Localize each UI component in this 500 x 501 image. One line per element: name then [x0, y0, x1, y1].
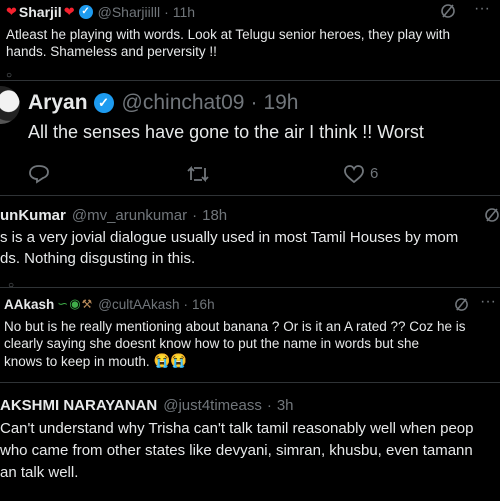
tweet-text-line: clearly saying she doesnt know how to pu… [4, 336, 419, 351]
verified-badge-icon: ✓ [93, 93, 114, 113]
tweet-text-line: All the senses have gone to the air I th… [28, 122, 424, 142]
tweet-text-line: an talk well. [0, 464, 79, 481]
tweet-text-line: knows to keep in mouth. [4, 353, 150, 369]
tweet-card[interactable]: unKumar @mv_arunkumar · 18h s is a very … [0, 195, 500, 288]
tweet-card[interactable]: AAkash ∽ ◉ ⚒ @cultAAkash · 16h ··· No bu… [0, 287, 500, 383]
axe-emoji-icon: ⚒ [81, 297, 93, 311]
lizard-emoji-icon: ◉ [69, 296, 81, 311]
reply-icon[interactable] [28, 164, 50, 184]
author-handle[interactable]: @cultAAkash [98, 297, 179, 312]
author-handle[interactable]: @chinchat09 [122, 91, 245, 115]
like-icon[interactable] [343, 164, 365, 184]
author-handle[interactable]: @mv_arunkumar [72, 207, 187, 224]
verified-badge-icon: ✓ [78, 5, 93, 19]
tweet-text-line: ds. Nothing disgusting in this. [0, 250, 196, 267]
author-name[interactable]: unKumar [0, 207, 66, 224]
tweet-card[interactable]: Aryan ✓ @chinchat09 · 19h All the senses… [0, 80, 500, 196]
grok-icon[interactable] [440, 3, 456, 19]
tweet-time[interactable]: 19h [263, 91, 298, 115]
more-options-icon[interactable]: ··· [474, 0, 490, 18]
tweet-time[interactable]: 16h [192, 297, 215, 312]
tweet-text-line: Can't understand why Trisha can't talk t… [0, 420, 474, 437]
tweet-text-line: hands. Shameless and perversity !! [6, 44, 217, 59]
grok-icon[interactable] [484, 207, 500, 223]
tweet-text-line: who came from other states like devyani,… [0, 442, 473, 459]
tweet-card[interactable]: AKSHMI NARAYANAN @just4timeass · 3h Can'… [0, 382, 500, 501]
like-count[interactable]: 6 [370, 165, 378, 182]
author-name[interactable]: AKSHMI NARAYANAN [0, 397, 157, 414]
heart-emoji-icon: ❤ [6, 4, 17, 19]
tweet-time[interactable]: 11h [173, 4, 195, 20]
author-handle[interactable]: @just4timeass [163, 397, 262, 414]
more-options-icon[interactable]: ··· [480, 293, 496, 311]
snake-emoji-icon: ∽ [57, 296, 69, 311]
tweet-text-line: s is a very jovial dialogue usually used… [0, 229, 459, 246]
author-name[interactable]: Aryan [28, 91, 88, 115]
retweet-icon[interactable] [186, 164, 210, 184]
author-name[interactable]: Sharjil [19, 4, 62, 20]
tweet-text-line: Atleast he playing with words. Look at T… [6, 27, 451, 42]
grok-icon[interactable] [454, 297, 469, 312]
tweet-card[interactable]: ❤ Sharjil ❤ ✓ @Sharjiilll · 11h ··· Atle… [0, 0, 500, 80]
tweet-text-line: No but is he really mentioning about ban… [4, 319, 466, 334]
crying-emoji-icon: 😭😭 [153, 353, 188, 368]
author-name[interactable]: AAkash [4, 297, 54, 312]
tweet-time[interactable]: 18h [202, 207, 227, 224]
heart-emoji-icon: ❤ [63, 4, 75, 19]
action-icons[interactable]: ○ [6, 70, 12, 80]
tweet-time[interactable]: 3h [277, 397, 294, 414]
avatar[interactable] [0, 86, 20, 124]
author-handle[interactable]: @Sharjiilll [98, 4, 160, 20]
